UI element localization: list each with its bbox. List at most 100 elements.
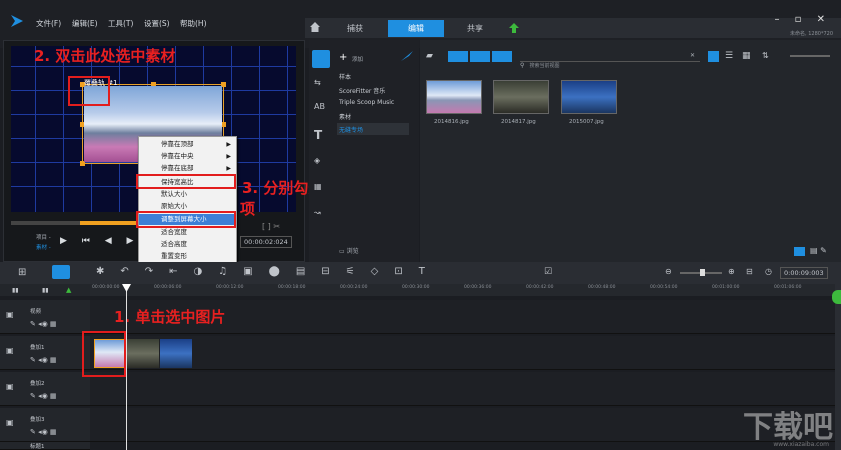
import-folder-icon[interactable]: ▰ <box>426 51 433 61</box>
window-controls[interactable]: – ▫ ✕ <box>774 14 831 25</box>
annotation-step3-cont: 项 <box>240 200 256 218</box>
menu-item-fit-height[interactable]: 适合高度 <box>139 239 236 250</box>
enable-ripple-icon[interactable]: ▲ <box>66 286 71 294</box>
track-toggle-icons[interactable]: ✎ ◂◉ ▦ <box>30 320 57 328</box>
menu-item-default-size[interactable]: 默认大小 <box>139 189 236 200</box>
mark-in-out-icon[interactable]: [ ] ✂ <box>262 222 280 231</box>
annotation-box-step2 <box>68 76 110 106</box>
clip-mode-label[interactable]: 素材 - <box>36 243 51 251</box>
view-list-icon[interactable]: ☰ <box>725 51 733 61</box>
tab-share[interactable]: 共享 <box>447 20 503 37</box>
track-manager-icon[interactable]: ▮▮ <box>12 287 19 294</box>
preview-timecode[interactable]: 00:00:02:024 <box>240 236 292 248</box>
track-name-video: 视频 <box>30 309 42 315</box>
home-icon[interactable] <box>309 21 321 33</box>
menu-item-fit-width[interactable]: 适合宽度 <box>139 227 236 238</box>
chapter-icon[interactable]: ☑ <box>544 267 552 277</box>
ruler-tick-3: 00:00:18:00 <box>278 285 306 290</box>
zoom-slider-thumb[interactable] <box>700 269 705 276</box>
workspace-tabs <box>305 18 841 38</box>
add-folder-plus-icon[interactable]: + <box>339 52 347 63</box>
clock-icon[interactable]: ◷ <box>765 267 772 276</box>
thumbnail-car[interactable] <box>493 80 549 114</box>
browse-button[interactable]: ▭ 浏览 <box>339 246 359 255</box>
timeline-view-icon[interactable] <box>52 265 70 279</box>
timeline-timecode[interactable]: 0:00:09:003 <box>780 267 828 279</box>
track-header-overlay1[interactable]: ▣ 叠加1 ✎ ◂◉ ▦ <box>0 336 90 370</box>
filter-photo-button[interactable] <box>470 51 490 62</box>
track-header-title1[interactable]: 标题1 <box>0 442 90 450</box>
menu-file[interactable]: 文件(F) <box>36 18 61 29</box>
media-library-icon[interactable] <box>312 50 330 68</box>
menu-help[interactable]: 帮助(H) <box>180 18 207 29</box>
track-header-overlay2[interactable]: ▣ 叠加2 ✎ ◂◉ ▦ <box>0 372 90 406</box>
filter-audio-button[interactable] <box>492 51 512 62</box>
track-toggle-icons[interactable]: ✎ ◂◉ ▦ <box>30 356 57 364</box>
timeline-ruler[interactable]: 00:00:00:00 00:00:06:00 00:00:12:00 00:0… <box>90 284 835 296</box>
track-name-overlay1: 叠加1 <box>30 345 45 351</box>
timeline-scrollbar[interactable] <box>835 284 841 450</box>
ab-icon[interactable]: AB <box>314 102 325 111</box>
view-thumbnails-icon[interactable] <box>708 51 719 62</box>
track-row-overlay2[interactable] <box>90 372 835 406</box>
title-icon[interactable]: T <box>314 128 322 142</box>
folder-material[interactable]: 素材 <box>339 112 351 121</box>
menu-edit[interactable]: 编辑(E) <box>72 18 98 29</box>
folder-triple-scoop[interactable]: Triple Scoop Music <box>339 99 394 106</box>
filter-video-button[interactable] <box>448 51 468 62</box>
chapter-point-icon[interactable]: ▮▮ <box>42 287 49 294</box>
thumbnail-lighthouse[interactable] <box>561 80 617 114</box>
folder-sample[interactable]: 样本 <box>339 72 351 81</box>
path-icon[interactable]: ↝ <box>314 208 321 217</box>
timeline-tools-icon[interactable]: ✱↶↷⇤◑♫▣⬤▤⊟⚟◇⊡T <box>96 266 441 277</box>
watermark-url: www.xiazaiba.com <box>773 441 829 448</box>
timeline-clip-car[interactable] <box>127 339 159 368</box>
storyboard-view-icon[interactable]: ⊞ <box>18 267 26 278</box>
transition-icon[interactable]: ⇆ <box>314 78 321 87</box>
thumbnail-caption-1: 2014816.jpg <box>434 119 469 125</box>
menu-item-dock-center[interactable]: 停靠在中央 ▶ <box>139 151 236 162</box>
menu-settings[interactable]: 设置(S) <box>144 18 170 29</box>
menu-tools[interactable]: 工具(T) <box>108 18 133 29</box>
search-input[interactable]: ⚲ 搜索当前视图 <box>520 52 700 69</box>
watermark: 下载吧 <box>743 410 833 445</box>
timeline-side-tab[interactable] <box>832 290 841 304</box>
sort-icon[interactable]: ⇅ <box>762 51 769 60</box>
panel-layout-icon[interactable] <box>794 247 805 256</box>
tab-edit[interactable]: 编辑 <box>388 20 444 37</box>
track-header-video[interactable]: ▣ 视频 ✎ ◂◉ ▦ <box>0 300 90 334</box>
track-toggle-icons[interactable]: ✎ ◂◉ ▦ <box>30 392 57 400</box>
ruler-tick-2: 00:00:12:00 <box>216 285 244 290</box>
timeline-clip-lighthouse[interactable] <box>160 339 192 368</box>
menu-item-reset-transform[interactable]: 重置变形 <box>139 251 236 262</box>
menu-item-dock-bottom[interactable]: 停靠在底部 ▶ <box>139 163 236 174</box>
search-clear-icon[interactable]: ✕ <box>690 52 695 59</box>
browse-label: 浏览 <box>346 248 359 255</box>
tab-capture[interactable]: 捕获 <box>325 20 385 37</box>
annotation-box-keep-aspect <box>136 174 236 189</box>
folder-seamless[interactable]: 无缝专场 <box>339 125 363 134</box>
track-row-overlay1[interactable] <box>90 336 835 370</box>
filter-icon[interactable]: ▦ <box>314 182 322 191</box>
track-toggle-icons[interactable]: ✎ ◂◉ ▦ <box>30 428 57 436</box>
view-grid-icon[interactable]: ▦ <box>742 51 751 61</box>
thumb-size-slider[interactable] <box>790 55 830 57</box>
menu-item-dock-top[interactable]: 停靠在顶部 ▶ <box>139 139 236 150</box>
panel-layout-alt-icon[interactable]: ▤ ✎ <box>810 246 827 255</box>
thumbnail-mountain[interactable] <box>426 80 482 114</box>
fit-project-icon[interactable]: ⊟ <box>746 267 753 276</box>
folder-scorefitter[interactable]: ScoreFitter 音乐 <box>339 86 385 95</box>
pin-icon[interactable] <box>400 50 414 62</box>
playhead-line[interactable] <box>126 284 127 450</box>
graphic-icon[interactable]: ◈ <box>314 156 320 165</box>
zoom-out-icon[interactable]: ⊖ <box>665 267 672 276</box>
add-folder-label[interactable]: 添加 <box>352 55 363 63</box>
track-row-overlay3[interactable] <box>90 408 835 442</box>
zoom-in-icon[interactable]: ⊕ <box>728 267 735 276</box>
ruler-tick-0: 00:00:00:00 <box>92 285 120 290</box>
upload-arrow-icon[interactable] <box>508 22 520 34</box>
library-content-panel <box>420 40 841 262</box>
track-header-overlay3[interactable]: ▣ 叠加3 ✎ ◂◉ ▦ <box>0 408 90 442</box>
playhead-marker-icon[interactable] <box>122 284 131 292</box>
project-mode-label[interactable]: 项目 - <box>36 233 51 241</box>
